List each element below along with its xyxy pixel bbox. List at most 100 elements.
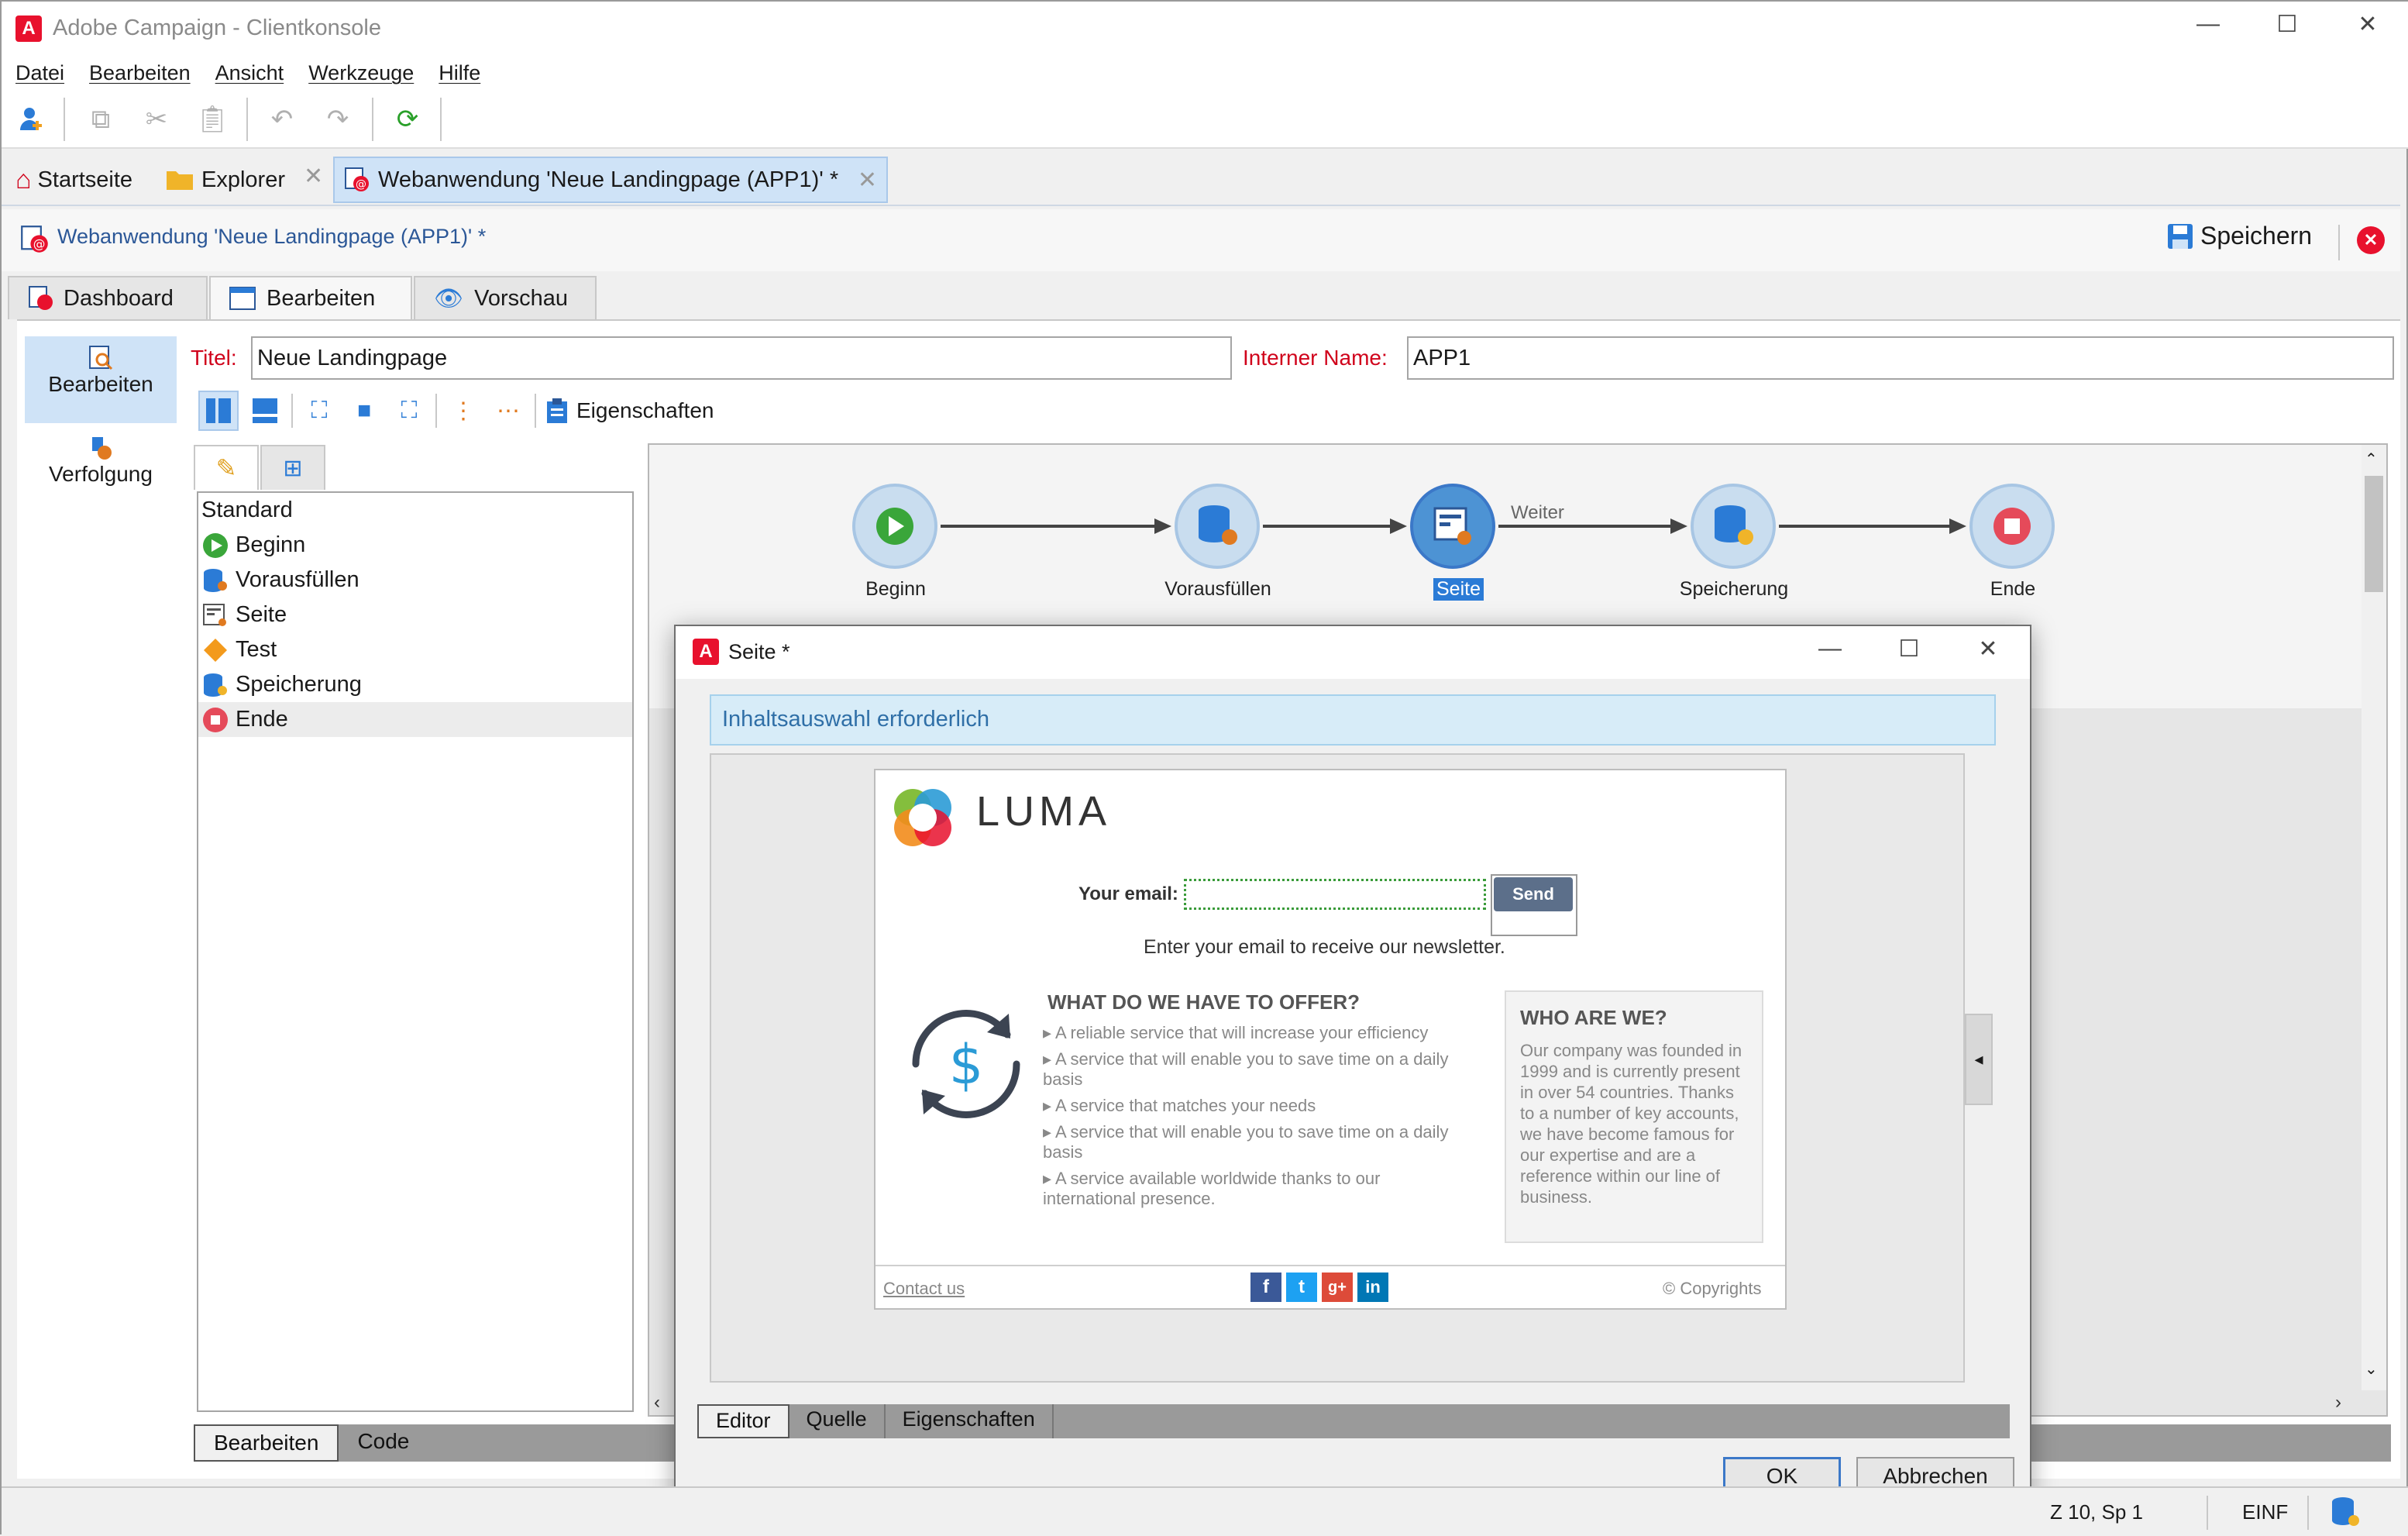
- bottom-tab-code[interactable]: Code: [339, 1424, 428, 1462]
- close-tab-icon[interactable]: ✕: [858, 167, 877, 194]
- title-label: Titel:: [191, 346, 237, 370]
- database-user-icon: [201, 567, 229, 594]
- new-user-icon[interactable]: [12, 101, 50, 138]
- refresh-icon[interactable]: ⟳: [389, 101, 426, 138]
- transition-arrow[interactable]: [1498, 525, 1674, 528]
- copy-icon[interactable]: ⧉: [82, 101, 119, 138]
- activity-tree: Standard Beginn Vorausfüllen Seite Test …: [197, 491, 634, 1412]
- email-input[interactable]: [1184, 879, 1486, 910]
- zoom-all-icon[interactable]: ⛶: [390, 392, 428, 429]
- hierarchy-icon: ⊞: [283, 455, 303, 481]
- twitter-icon[interactable]: t: [1286, 1273, 1317, 1302]
- scroll-thumb[interactable]: [2365, 476, 2383, 592]
- editor-frame: LUMA Your email: Send Enter your email t…: [710, 753, 1965, 1383]
- tree-item-ende[interactable]: Ende: [198, 702, 632, 737]
- dialog-maximize-icon[interactable]: ☐: [1886, 635, 1932, 663]
- google-plus-icon[interactable]: g+: [1322, 1273, 1353, 1302]
- tab-bearbeiten[interactable]: Bearbeiten: [209, 276, 412, 319]
- dialog-tab-editor[interactable]: Editor: [697, 1404, 789, 1438]
- tree-tab-structure[interactable]: ⊞: [260, 445, 325, 490]
- insert-mode: EINF: [2242, 1500, 2289, 1524]
- save-button[interactable]: Speichern: [2166, 222, 2312, 250]
- internal-name-input[interactable]: APP1: [1407, 336, 2394, 380]
- bottom-tab-bearbeiten[interactable]: Bearbeiten: [194, 1424, 339, 1462]
- tab-explorer[interactable]: Explorer: [157, 157, 294, 203]
- node-vorausfuellen[interactable]: [1175, 484, 1260, 569]
- dialog-minimize-icon[interactable]: —: [1807, 635, 1853, 662]
- close-tab-explorer-icon[interactable]: ✕: [304, 163, 323, 190]
- menu-bearbeiten[interactable]: Bearbeiten: [89, 61, 191, 85]
- node-ende[interactable]: [1969, 484, 2055, 569]
- dialog-tab-eigenschaften[interactable]: Eigenschaften: [886, 1404, 1054, 1438]
- tab-dashboard[interactable]: Dashboard: [8, 276, 208, 319]
- tree-tab-edit[interactable]: ✎: [194, 445, 259, 490]
- linkedin-icon[interactable]: in: [1357, 1273, 1388, 1302]
- zoom-fit-icon[interactable]: ⛶: [301, 392, 338, 429]
- scroll-right-icon[interactable]: ›: [2335, 1392, 2341, 1414]
- luma-logo-icon: [888, 783, 958, 858]
- tree-item-beginn[interactable]: Beginn: [198, 528, 632, 563]
- email-label: Your email:: [1078, 883, 1178, 904]
- tab-startseite[interactable]: ⌂ Startseite: [6, 157, 142, 203]
- database-status-icon[interactable]: [2329, 1496, 2360, 1534]
- transition-arrow[interactable]: [941, 525, 1158, 528]
- offer-item: ▸ A reliable service that will increase …: [1043, 1023, 1429, 1042]
- menu-werkzeuge[interactable]: Werkzeuge: [308, 61, 414, 85]
- close-document-icon[interactable]: ✕: [2357, 226, 2385, 254]
- close-icon[interactable]: ✕: [2344, 11, 2391, 38]
- menu-ansicht[interactable]: Ansicht: [215, 61, 284, 85]
- tree-item-speicherung[interactable]: Speicherung: [198, 667, 632, 702]
- scroll-up-icon[interactable]: ⌃: [2365, 449, 2378, 469]
- side-panel-collapse-button[interactable]: ◂: [1965, 1014, 1993, 1105]
- send-button[interactable]: Send: [1494, 877, 1573, 911]
- menu-hilfe[interactable]: Hilfe: [439, 61, 480, 85]
- chevron-left-icon: ◂: [1974, 1049, 1983, 1069]
- paste-icon[interactable]: 📋︎: [194, 101, 231, 138]
- minimize-icon[interactable]: —: [2185, 11, 2231, 37]
- menu-datei[interactable]: Datei: [15, 61, 64, 85]
- tree-item-vorausfuellen[interactable]: Vorausfüllen: [198, 563, 632, 598]
- node-seite[interactable]: [1410, 484, 1495, 569]
- align-horizontal-icon[interactable]: ⋯: [490, 392, 527, 429]
- node-beginn[interactable]: [852, 484, 937, 569]
- offer-title: WHAT DO WE HAVE TO OFFER?: [1047, 990, 1360, 1014]
- cut-icon[interactable]: ✂: [138, 101, 175, 138]
- dialog-close-icon[interactable]: ✕: [1965, 635, 2011, 663]
- align-vertical-icon[interactable]: ⋮: [445, 392, 482, 429]
- transition-arrow[interactable]: [1263, 525, 1393, 528]
- maximize-icon[interactable]: ☐: [2264, 11, 2310, 38]
- scroll-down-icon[interactable]: ⌄: [2365, 1359, 2378, 1379]
- toolbar-separator: [64, 98, 65, 141]
- undo-icon[interactable]: ↶: [263, 101, 301, 138]
- canvas-vertical-scrollbar[interactable]: ⌃ ⌄: [2362, 445, 2386, 1390]
- tree-item-test[interactable]: Test: [198, 632, 632, 667]
- redo-icon[interactable]: ↷: [319, 101, 356, 138]
- offer-item: ▸ A service that will enable you to save…: [1043, 1122, 1449, 1162]
- tab-webanwendung[interactable]: @ Webanwendung 'Neue Landingpage (APP1)'…: [333, 157, 888, 203]
- tab-startseite-label: Startseite: [37, 167, 133, 192]
- layout-horizontal-icon[interactable]: [246, 392, 284, 429]
- layout-vertical-icon[interactable]: [198, 391, 239, 431]
- zoom-reset-icon[interactable]: ■: [346, 392, 383, 429]
- tree-item-label: Beginn: [236, 532, 306, 557]
- scroll-left-icon[interactable]: ‹: [654, 1392, 660, 1414]
- transition-arrow[interactable]: [1779, 525, 1952, 528]
- adobe-logo-icon: A: [15, 15, 42, 42]
- tree-item-seite[interactable]: Seite: [198, 598, 632, 632]
- newsletter-hint: Enter your email to receive our newslett…: [1144, 936, 1505, 958]
- node-speicherung[interactable]: [1691, 484, 1776, 569]
- nav-verfolgung[interactable]: Verfolgung: [25, 426, 177, 513]
- stop-icon: [1993, 508, 2031, 545]
- arrowhead: [1949, 518, 1966, 534]
- nav-bearbeiten[interactable]: Bearbeiten: [25, 336, 177, 423]
- properties-label: Eigenschaften: [576, 398, 714, 422]
- title-input[interactable]: Neue Landingpage: [251, 336, 1232, 380]
- status-bar: Z 10, Sp 1 EINF: [2, 1486, 2408, 1536]
- nav-bearbeiten-label: Bearbeiten: [48, 372, 153, 396]
- tree-bottom-tabs: Bearbeiten Code: [194, 1424, 651, 1462]
- tab-vorschau[interactable]: 👁︎ Vorschau: [414, 276, 597, 319]
- properties-button[interactable]: Eigenschaften: [545, 398, 714, 424]
- dialog-tab-quelle[interactable]: Quelle: [789, 1404, 886, 1438]
- contact-link[interactable]: Contact us: [883, 1279, 965, 1299]
- facebook-icon[interactable]: f: [1250, 1273, 1281, 1302]
